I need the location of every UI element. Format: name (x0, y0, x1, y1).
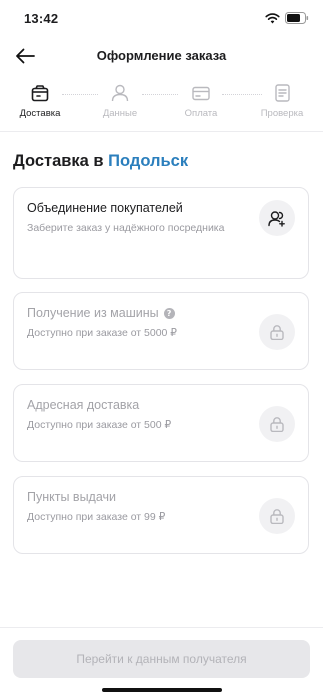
box-icon (29, 82, 51, 104)
option-subtitle: Заберите заказ у надёжного посредника (27, 222, 225, 234)
lock-icon (270, 417, 284, 432)
option-title-text: Пункты выдачи (27, 490, 117, 504)
option-icon-container (259, 498, 295, 534)
option-title-text: Объединение покупателей (27, 201, 183, 215)
status-icons (265, 12, 309, 24)
option-subtitle: Доступно при заказе от 5000 ₽ (27, 327, 177, 339)
step-review[interactable]: Проверка (252, 82, 312, 119)
option-title-text: Адресная доставка (27, 398, 140, 412)
home-indicator (102, 688, 222, 692)
status-time: 13:42 (24, 11, 59, 26)
step-label: Оплата (184, 108, 218, 119)
option-title: Пункты выдачи (27, 490, 116, 504)
delivery-option-car-pickup[interactable]: Получение из машины ? Доступно при заказ… (13, 292, 309, 370)
step-label: Доставка (19, 108, 61, 119)
delivery-option-pickup-points[interactable]: Пункты выдачи Доступно при заказе от 99 … (13, 476, 309, 554)
option-title-text: Получение из машины (27, 306, 159, 320)
option-icon-container (259, 314, 295, 350)
option-title: Адресная доставка (27, 398, 139, 412)
lock-icon (270, 325, 284, 340)
option-title: Получение из машины ? (27, 306, 175, 320)
option-icon-container (259, 200, 295, 236)
city-selector[interactable]: Подольск (108, 152, 188, 170)
footer-divider (0, 627, 323, 628)
step-data[interactable]: Данные (90, 82, 150, 119)
document-icon (271, 82, 293, 104)
option-subtitle: Доступно при заказе от 500 ₽ (27, 419, 172, 431)
wifi-icon (265, 12, 280, 23)
battery-icon (285, 12, 309, 24)
divider (0, 131, 323, 132)
checkout-stepper: Доставка Данные Оплата Проверка (0, 82, 323, 130)
header: Оформление заказа (0, 38, 323, 74)
lock-icon (270, 509, 284, 524)
continue-button[interactable]: Перейти к данным получателя (13, 640, 310, 678)
step-delivery[interactable]: Доставка (10, 82, 70, 119)
step-label: Проверка (260, 108, 304, 119)
section-title-prefix: Доставка в (13, 152, 104, 170)
help-icon[interactable]: ? (163, 307, 175, 319)
delivery-option-address[interactable]: Адресная доставка Доступно при заказе от… (13, 384, 309, 462)
status-bar: 13:42 (0, 0, 323, 36)
option-title: Объединение покупателей (27, 201, 183, 215)
card-icon (190, 82, 212, 104)
step-payment[interactable]: Оплата (171, 82, 231, 119)
user-icon (109, 82, 131, 104)
users-icon (268, 210, 285, 227)
step-label: Данные (102, 108, 138, 119)
option-icon-container (259, 406, 295, 442)
page-title: Оформление заказа (96, 48, 227, 63)
section-title: Доставка в Подольск (13, 152, 188, 171)
delivery-option-group-buy[interactable]: Объединение покупателей Заберите заказ у… (13, 187, 309, 279)
option-subtitle: Доступно при заказе от 99 ₽ (27, 511, 166, 523)
